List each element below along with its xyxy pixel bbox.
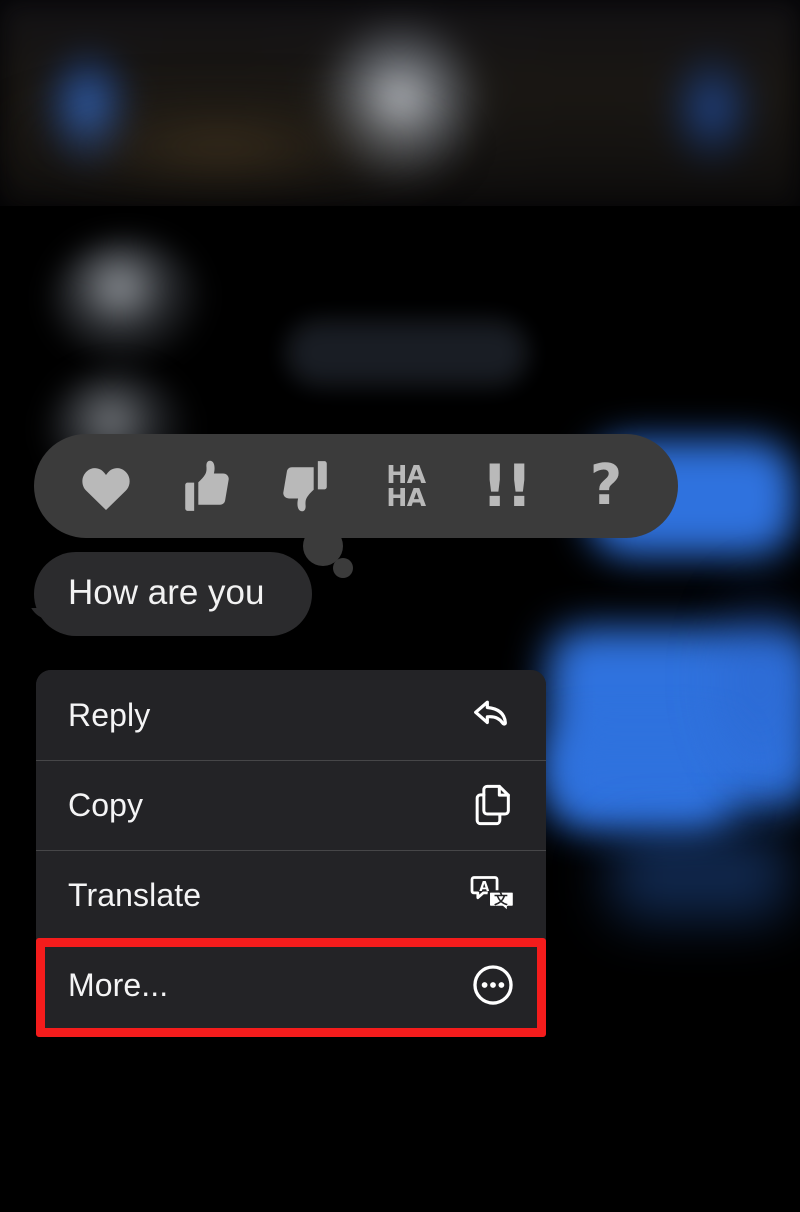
blurred-edge-glow: [700, 560, 800, 800]
copy-pages-icon: [470, 782, 516, 828]
heart-reaction-button[interactable]: [70, 450, 142, 522]
thumbs-down-reaction-button[interactable]: [270, 450, 342, 522]
thumbs-down-icon: [283, 459, 329, 513]
haha-line-2: HA: [386, 483, 426, 512]
menu-item-translate[interactable]: Translate A 文: [36, 850, 546, 940]
menu-item-more-label: More...: [68, 966, 169, 1003]
thumbs-up-icon: [183, 459, 229, 513]
blurred-outgoing-bubble-4: [610, 830, 790, 920]
svg-text:文: 文: [494, 891, 508, 908]
blurred-header-glow: [0, 92, 470, 202]
menu-item-copy[interactable]: Copy: [36, 760, 546, 850]
reply-arrow-icon: [470, 692, 516, 738]
menu-item-reply[interactable]: Reply: [36, 670, 546, 760]
reaction-bar[interactable]: HA HA !! ?: [34, 434, 678, 538]
haha-reaction-button[interactable]: HA HA: [370, 450, 442, 522]
focused-message[interactable]: How are you: [28, 552, 312, 636]
heart-icon: [78, 460, 134, 512]
message-bubble[interactable]: How are you: [28, 552, 312, 636]
more-circle-ellipsis-icon: [470, 962, 516, 1008]
menu-item-translate-label: Translate: [68, 876, 202, 913]
reaction-bar-tail-small: [333, 558, 353, 578]
phone-screen: HA HA !! ? How are you Reply Copy Transl…: [0, 0, 800, 1212]
haha-text-icon: HA HA: [386, 462, 426, 512]
menu-item-copy-label: Copy: [68, 786, 144, 823]
exclamation-reaction-button[interactable]: !!: [470, 450, 542, 522]
message-context-menu[interactable]: Reply Copy Translate A 文 More...: [36, 670, 546, 1030]
question-mark-icon: ?: [589, 453, 623, 518]
thumbs-up-reaction-button[interactable]: [170, 450, 242, 522]
blurred-incoming-bubble: [286, 320, 528, 386]
double-exclamation-icon: !!: [481, 452, 533, 520]
translate-icon: A 文: [470, 872, 516, 918]
message-text: How are you: [68, 573, 265, 612]
message-bubble-tail: [22, 608, 56, 638]
question-reaction-button[interactable]: ?: [570, 450, 642, 522]
menu-item-reply-label: Reply: [68, 696, 151, 733]
blurred-avatar-1: [52, 238, 202, 362]
menu-item-more[interactable]: More...: [36, 940, 546, 1030]
